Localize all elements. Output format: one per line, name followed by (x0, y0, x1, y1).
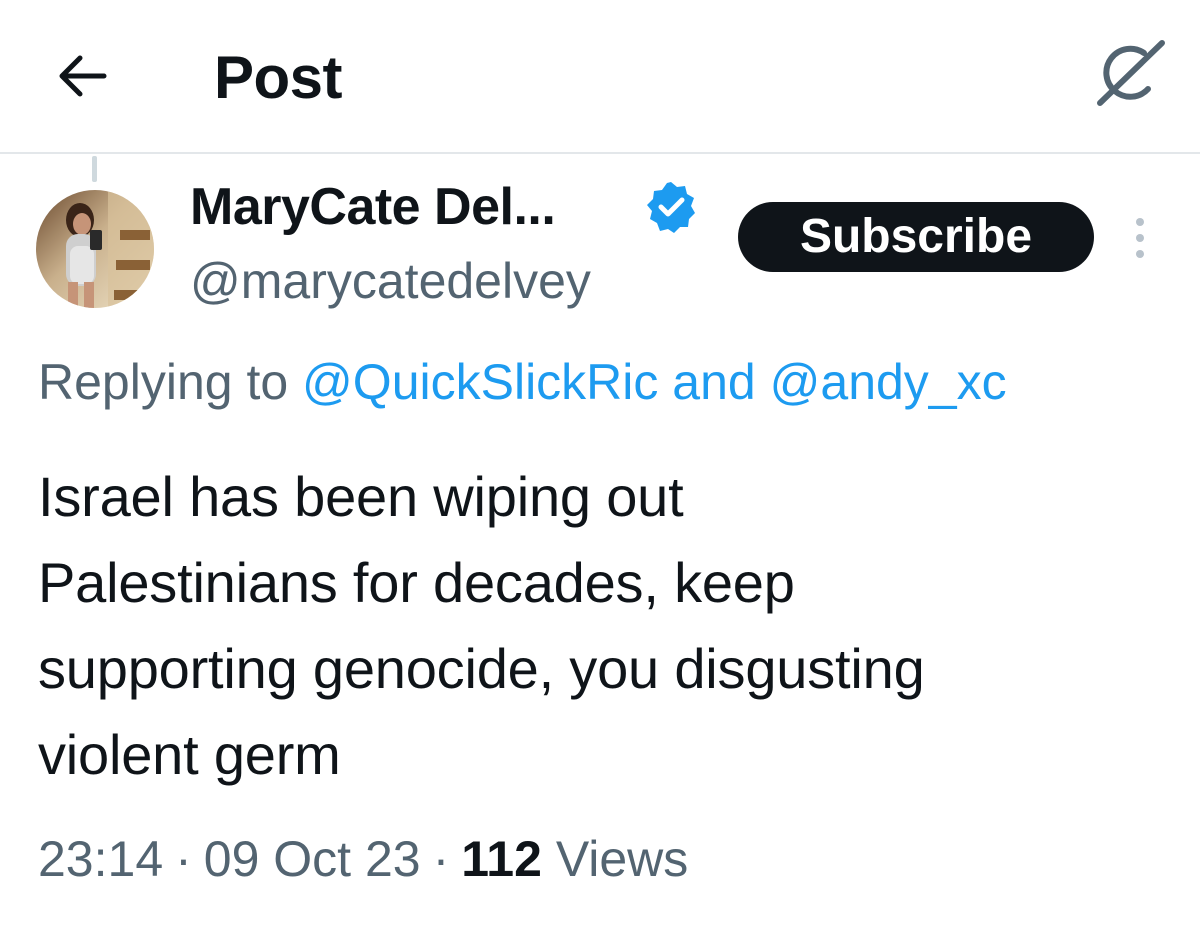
tweet-text: Israel has been wiping out Palestinians … (38, 454, 1188, 798)
grok-icon (1097, 40, 1165, 106)
views-count[interactable]: 112 (461, 831, 542, 887)
more-vertical-icon (1136, 218, 1144, 258)
mention-link[interactable]: @andy_xc (770, 354, 1007, 410)
views-label: Views (555, 831, 689, 887)
thread-connector-line (92, 156, 97, 182)
reply-prefix: Replying to (38, 354, 303, 410)
reply-joiner: and (658, 354, 770, 410)
reply-context: Replying to @QuickSlickRic and @andy_xc (38, 352, 1200, 412)
back-button[interactable] (50, 44, 114, 108)
tweet-text-line: Israel has been wiping out (38, 465, 684, 528)
tweet-meta: 23:14 · 09 Oct 23 · 112 Views (38, 828, 688, 890)
page-title: Post (214, 44, 343, 111)
profile-photo (36, 190, 154, 308)
author-handle[interactable]: @marycatedelvey (190, 250, 591, 312)
author-name[interactable]: MaryCate Del... (190, 176, 556, 238)
grok-button[interactable] (1088, 36, 1172, 112)
meta-separator: · (432, 831, 450, 887)
arrow-left-icon (59, 55, 107, 97)
subscribe-button[interactable]: Subscribe (738, 202, 1094, 272)
more-options-button[interactable] (1120, 210, 1160, 266)
mention-link[interactable]: @QuickSlickRic (302, 354, 658, 410)
tweet-time[interactable]: 23:14 (38, 831, 163, 887)
meta-separator: · (175, 831, 192, 887)
tweet-text-line: violent germ (38, 723, 341, 786)
tweet-date[interactable]: 09 Oct 23 (204, 831, 421, 887)
tweet-text-line: supporting genocide, you disgusting (38, 637, 925, 700)
verified-badge-icon (647, 182, 695, 233)
top-bar: Post (0, 0, 1200, 154)
avatar[interactable] (36, 190, 154, 308)
tweet-text-line: Palestinians for decades, keep (38, 551, 795, 614)
